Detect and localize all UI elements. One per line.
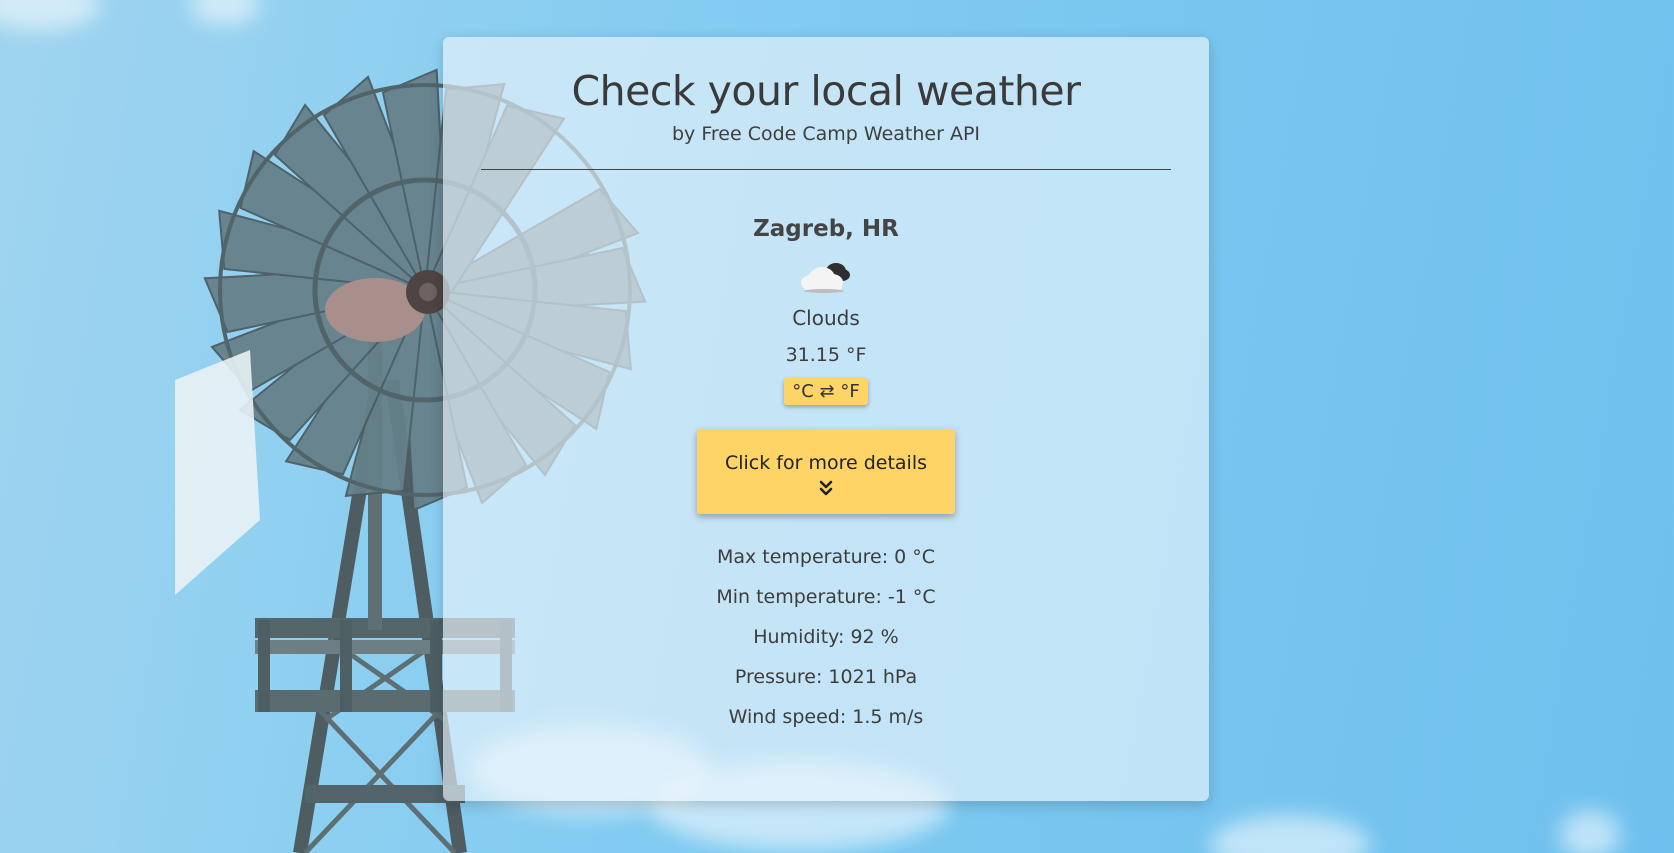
more-details-button[interactable]: Click for more details bbox=[697, 429, 955, 514]
more-details-label: Click for more details bbox=[724, 451, 928, 474]
divider bbox=[481, 169, 1171, 170]
temperature-value: 31.15 °F bbox=[785, 344, 867, 366]
weather-card: Check your local weather by Free Code Ca… bbox=[443, 37, 1209, 801]
detail-humidity: Humidity: 92 % bbox=[753, 626, 899, 648]
background-cloud bbox=[1560, 810, 1620, 853]
unit-toggle-button[interactable]: °C ⇄ °F bbox=[784, 378, 868, 405]
page-title: Check your local weather bbox=[571, 67, 1081, 115]
cloud-icon bbox=[801, 263, 850, 293]
weather-condition: Clouds bbox=[792, 306, 860, 330]
detail-min-temperature: Min temperature: -1 °C bbox=[716, 586, 936, 608]
detail-pressure: Pressure: 1021 hPa bbox=[734, 666, 918, 688]
page-subtitle: by Free Code Camp Weather API bbox=[672, 123, 980, 145]
double-chevron-down-icon bbox=[819, 480, 833, 495]
detail-max-temperature: Max temperature: 0 °C bbox=[716, 546, 936, 568]
detail-wind-speed: Wind speed: 1.5 m/s bbox=[728, 706, 924, 728]
location-label: Zagreb, HR bbox=[753, 216, 899, 242]
background-cloud bbox=[1210, 815, 1370, 853]
details-list: Max temperature: 0 °C Min temperature: -… bbox=[443, 546, 1209, 728]
